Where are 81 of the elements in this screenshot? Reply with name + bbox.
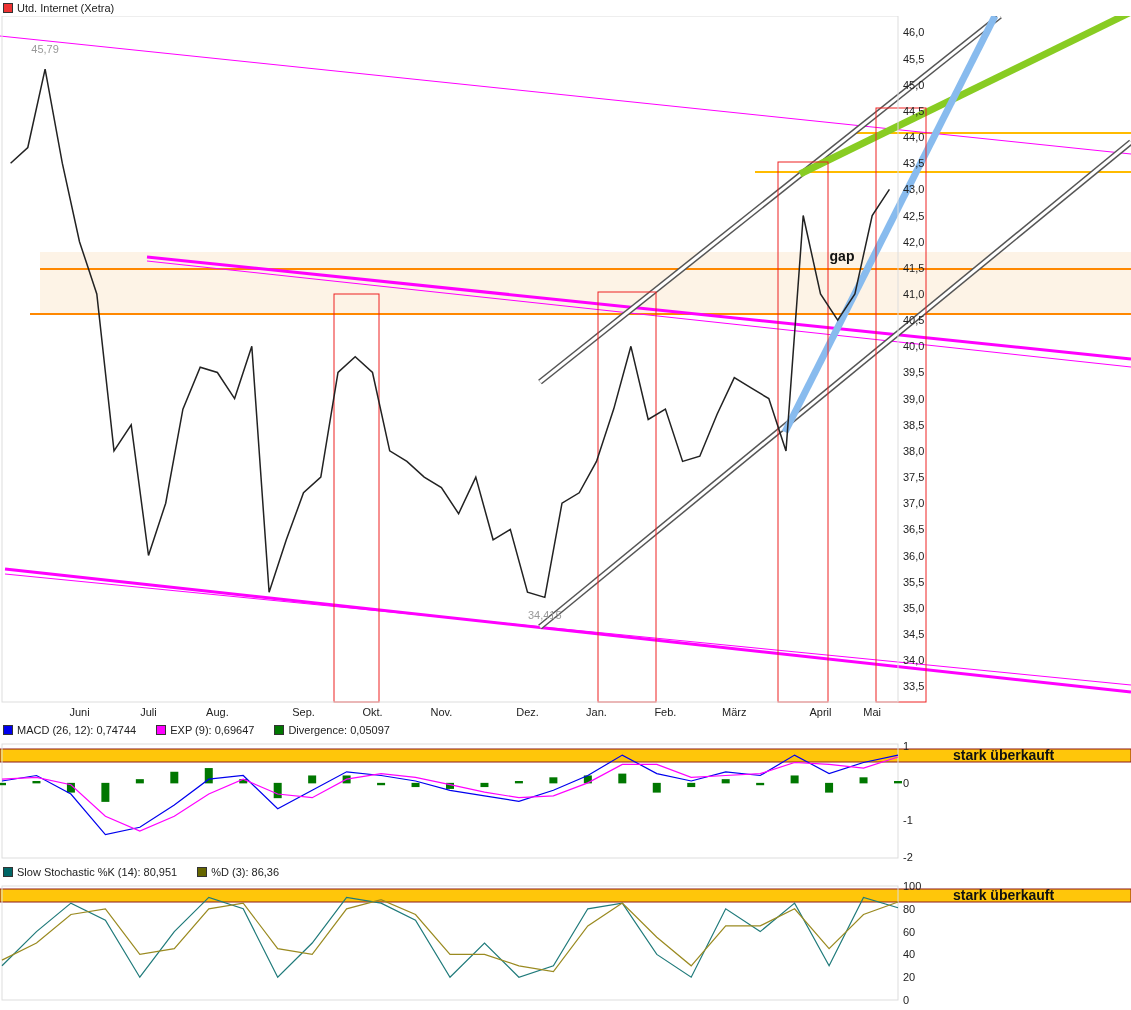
axis-label: Sep. [292, 706, 315, 718]
axis-label: Okt. [362, 706, 383, 718]
axis-label: 38,5 [903, 418, 925, 431]
axis-label: 41,0 [903, 288, 925, 300]
axis-label: 80 [903, 902, 916, 915]
axis-label: 20 [903, 971, 916, 984]
axis-label: 0 [903, 776, 910, 789]
price-label: 45,79 [31, 43, 59, 56]
axis-label: 60 [903, 925, 916, 938]
axis-label: 42,0 [903, 235, 925, 248]
divergence-bar [377, 782, 386, 786]
axis-label: -2 [903, 850, 913, 863]
divergence-bar [583, 775, 592, 784]
axis-label: Juni [69, 706, 90, 718]
divergence-bar [721, 779, 730, 784]
axis-label: Nov. [430, 706, 453, 718]
divergence-bar [825, 782, 834, 793]
divergence-bar [618, 773, 627, 784]
band-label: stark überkauft [953, 748, 1055, 762]
divergence-bar [170, 771, 179, 784]
divergence-bar [549, 777, 558, 784]
divergence-bar [32, 781, 41, 784]
axis-label: Dez. [516, 706, 539, 718]
divergence-bar [790, 775, 799, 784]
axis-label: 35,0 [903, 601, 925, 614]
axis-label: 45,5 [903, 52, 925, 65]
divergence-bar [411, 782, 420, 788]
legend-label: %D (3): 86,36 [211, 866, 280, 878]
axis-label: 39,0 [903, 392, 925, 405]
divergence-bar [135, 779, 144, 784]
divergence-bar [204, 768, 213, 784]
divergence-bar [756, 782, 765, 786]
axis-label: Mai [863, 706, 881, 718]
axis-label: 44,5 [903, 104, 925, 117]
axis-label: 44,0 [903, 131, 925, 144]
legend-label: Slow Stochastic %K (14): 80,951 [17, 866, 178, 878]
axis-label: März [722, 706, 747, 718]
axis-label: 40,0 [903, 340, 925, 353]
axis-label: 0 [903, 994, 910, 1006]
axis-label: 37,5 [903, 471, 925, 484]
axis-label: 43,5 [903, 157, 925, 170]
axis-label: Juli [140, 706, 157, 718]
divergence-bar [859, 777, 868, 784]
gap-label: gap [829, 248, 855, 264]
divergence-bar [0, 782, 6, 786]
axis-label: 1 [903, 739, 910, 752]
axis-label: 34,5 [903, 628, 925, 640]
legend-label: Divergence: 0,05097 [288, 724, 390, 736]
axis-label: 100 [903, 880, 922, 892]
divergence-bar [342, 775, 351, 784]
divergence-bar [101, 782, 110, 802]
axis-label: 43,0 [903, 183, 925, 196]
legend-label: Utd. Internet (Xetra) [17, 2, 115, 14]
axis-label: 42,5 [903, 209, 925, 222]
axis-label: Jan. [586, 706, 607, 718]
axis-label: 36,5 [903, 523, 925, 536]
axis-label: 40 [903, 948, 916, 961]
divergence-bar [308, 775, 317, 784]
axis-label: Aug. [206, 706, 229, 718]
divergence-bar [894, 781, 902, 784]
band-label: stark überkauft [953, 888, 1055, 902]
divergence-bar [446, 782, 454, 789]
axis-label: Feb. [654, 706, 677, 718]
axis-label: -1 [903, 813, 913, 826]
axis-label: 46,0 [903, 26, 925, 39]
divergence-bar [239, 779, 248, 784]
legend-label: EXP (9): 0,69647 [170, 724, 255, 736]
axis-label: 39,5 [903, 366, 925, 379]
axis-label: 36,0 [903, 549, 925, 562]
divergence-bar [273, 782, 282, 799]
axis-label: 37,0 [903, 497, 925, 510]
divergence-bar [687, 782, 696, 788]
divergence-bar [66, 782, 75, 793]
divergence-bar [652, 782, 661, 793]
divergence-bar [514, 781, 523, 784]
axis-label: April [809, 706, 832, 718]
axis-label: 33,5 [903, 680, 925, 693]
axis-label: 35,5 [903, 575, 925, 588]
axis-label: 38,0 [903, 444, 925, 457]
divergence-bar [480, 782, 489, 788]
legend-label: MACD (26, 12): 0,74744 [17, 724, 137, 736]
